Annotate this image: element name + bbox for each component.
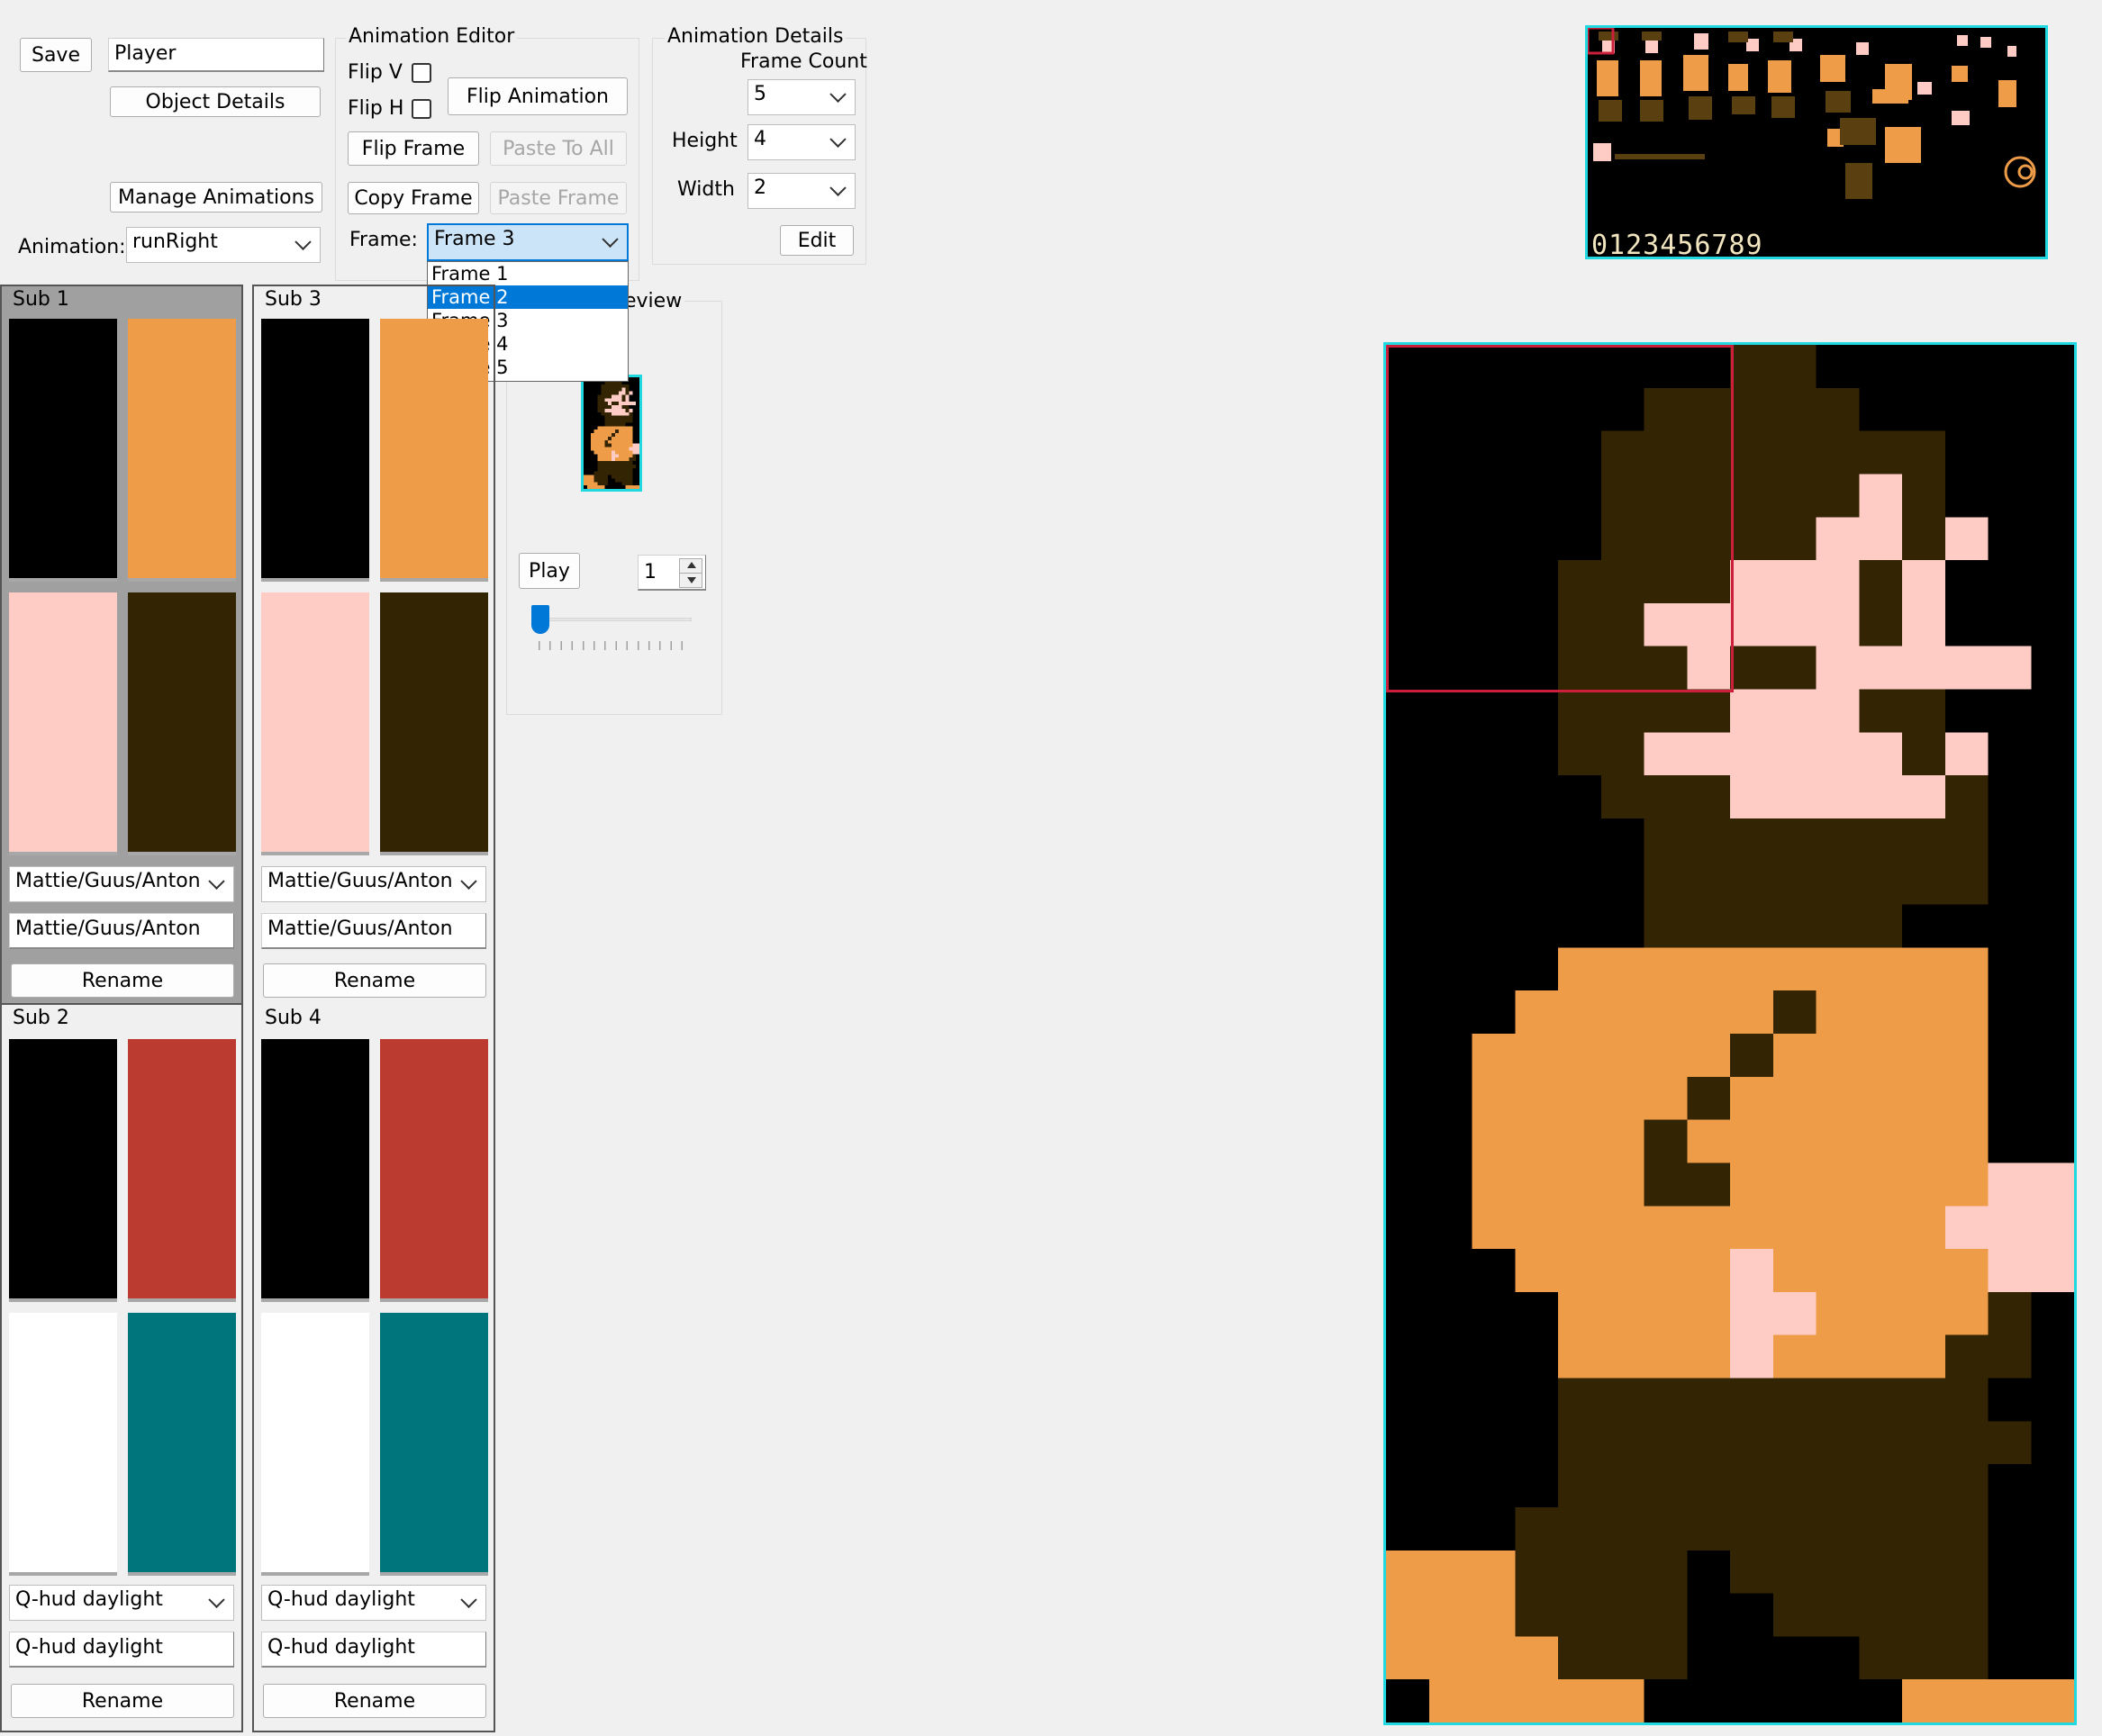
color-swatch[interactable] bbox=[380, 1039, 488, 1298]
palette-select-value: Q-hud daylight bbox=[15, 1588, 163, 1611]
speed-slider-track[interactable] bbox=[537, 618, 692, 621]
chevron-down-icon bbox=[602, 231, 619, 248]
rename-button[interactable]: Rename bbox=[11, 1684, 234, 1718]
animation-select-value: runRight bbox=[132, 231, 218, 253]
palette-select[interactable]: Q-hud daylight bbox=[261, 1585, 486, 1621]
height-value: 4 bbox=[754, 128, 766, 150]
chevron-down-icon bbox=[208, 1591, 225, 1608]
speed-slider-thumb[interactable] bbox=[531, 605, 549, 634]
tile-selection-box bbox=[1386, 345, 1734, 692]
palette-name-input[interactable]: Mattie/Guus/Anton bbox=[9, 913, 234, 949]
rename-button[interactable]: Rename bbox=[263, 963, 486, 998]
preview-sprite-canvas bbox=[584, 377, 639, 489]
color-swatch[interactable] bbox=[128, 592, 236, 852]
object-name-input[interactable]: Player bbox=[108, 38, 324, 72]
palette-select[interactable]: Q-hud daylight bbox=[9, 1585, 234, 1621]
tileset-digits: 0123456789 bbox=[1591, 230, 1763, 259]
sprite-editor-canvas[interactable] bbox=[1383, 342, 2077, 1725]
frame-select-value: Frame 3 bbox=[434, 228, 515, 250]
color-swatch[interactable] bbox=[9, 1039, 117, 1298]
flip-v-checkbox[interactable] bbox=[412, 63, 431, 83]
manage-animations-button[interactable]: Manage Animations bbox=[110, 182, 322, 212]
color-swatch[interactable] bbox=[261, 319, 369, 578]
width-select[interactable]: 2 bbox=[747, 173, 856, 209]
chevron-down-icon bbox=[208, 873, 225, 890]
color-swatch[interactable] bbox=[380, 319, 488, 578]
height-label: Height bbox=[672, 130, 738, 152]
color-swatch[interactable] bbox=[380, 592, 488, 852]
save-button[interactable]: Save bbox=[20, 38, 92, 72]
subpalette-title: Sub 3 bbox=[265, 288, 322, 311]
color-swatch[interactable] bbox=[261, 592, 369, 852]
chevron-down-icon bbox=[829, 86, 847, 103]
animation-editor-title: Animation Editor bbox=[346, 25, 518, 48]
frame-count-label: Frame Count bbox=[740, 50, 867, 73]
chevron-down-icon bbox=[460, 873, 477, 890]
animation-details-title: Animation Details bbox=[665, 25, 847, 48]
subpalette-panel-4[interactable]: Sub 4 Q-hud daylight Q-hud daylight Rena… bbox=[252, 1005, 495, 1732]
subpalette-panel-1[interactable]: Sub 1 Mattie/Guus/Anton Mattie/Guus/Anto… bbox=[0, 285, 243, 1005]
frame-option[interactable]: Frame 1 bbox=[428, 262, 628, 285]
paste-to-all-button[interactable]: Paste To All bbox=[490, 131, 627, 166]
palette-name-input[interactable]: Q-hud daylight bbox=[261, 1632, 486, 1668]
color-swatch[interactable] bbox=[128, 1313, 236, 1572]
palette-name-input[interactable]: Q-hud daylight bbox=[9, 1632, 234, 1668]
color-swatch[interactable] bbox=[380, 1313, 488, 1572]
color-swatch[interactable] bbox=[128, 319, 236, 578]
color-swatch[interactable] bbox=[9, 319, 117, 578]
frame-label: Frame: bbox=[349, 229, 418, 251]
flip-v-label: Flip V bbox=[348, 61, 403, 84]
subpalette-panel-2[interactable]: Sub 2 Q-hud daylight Q-hud daylight Rena… bbox=[0, 1005, 243, 1732]
color-swatch[interactable] bbox=[9, 592, 117, 852]
color-swatch[interactable] bbox=[128, 1039, 236, 1298]
arrow-down-icon bbox=[687, 577, 696, 583]
color-swatch[interactable] bbox=[261, 1039, 369, 1298]
width-value: 2 bbox=[754, 176, 766, 199]
subpalette-title: Sub 1 bbox=[13, 288, 69, 311]
height-select[interactable]: 4 bbox=[747, 124, 856, 160]
palette-select-value: Mattie/Guus/Anton bbox=[267, 870, 453, 892]
edit-details-button[interactable]: Edit bbox=[780, 225, 854, 256]
chevron-down-icon bbox=[829, 179, 847, 196]
width-label: Width bbox=[677, 178, 735, 201]
tileset-view[interactable]: 0123456789 bbox=[1585, 25, 2048, 259]
flip-h-checkbox[interactable] bbox=[412, 99, 431, 119]
subpalette-title: Sub 2 bbox=[13, 1007, 69, 1029]
preview-sprite bbox=[581, 375, 642, 492]
palette-select-value: Q-hud daylight bbox=[267, 1588, 415, 1611]
play-button[interactable]: Play bbox=[519, 553, 580, 589]
palette-name-input[interactable]: Mattie/Guus/Anton bbox=[261, 913, 486, 949]
speed-value: 1 bbox=[644, 561, 657, 583]
object-details-button[interactable]: Object Details bbox=[110, 86, 321, 117]
chevron-down-icon bbox=[294, 233, 312, 250]
frame-count-value: 5 bbox=[754, 83, 766, 105]
subpalette-panel-3[interactable]: Sub 3 Mattie/Guus/Anton Mattie/Guus/Anto… bbox=[252, 285, 495, 1005]
arrow-up-icon bbox=[687, 562, 696, 568]
chevron-down-icon bbox=[460, 1591, 477, 1608]
rename-button[interactable]: Rename bbox=[11, 963, 234, 998]
spin-down-button[interactable] bbox=[679, 573, 702, 588]
tileset-sprites bbox=[1588, 28, 2036, 199]
palette-select-value: Mattie/Guus/Anton bbox=[15, 870, 201, 892]
flip-animation-button[interactable]: Flip Animation bbox=[448, 77, 628, 115]
paste-frame-button[interactable]: Paste Frame bbox=[490, 182, 627, 214]
palette-select[interactable]: Mattie/Guus/Anton bbox=[261, 866, 486, 902]
spin-up-button[interactable] bbox=[679, 558, 702, 574]
frame-select[interactable]: Frame 3 bbox=[427, 223, 629, 261]
subpalette-title: Sub 4 bbox=[265, 1007, 322, 1029]
copy-frame-button[interactable]: Copy Frame bbox=[348, 182, 479, 214]
animation-label: Animation: bbox=[18, 236, 126, 258]
frame-count-select[interactable]: 5 bbox=[747, 79, 856, 115]
preview-title: eview bbox=[621, 290, 685, 312]
palette-select[interactable]: Mattie/Guus/Anton bbox=[9, 866, 234, 902]
flip-frame-button[interactable]: Flip Frame bbox=[348, 131, 479, 166]
rename-button[interactable]: Rename bbox=[263, 1684, 486, 1718]
color-swatch[interactable] bbox=[261, 1313, 369, 1572]
animation-select[interactable]: runRight bbox=[126, 227, 321, 263]
flip-h-label: Flip H bbox=[348, 97, 404, 120]
chevron-down-icon bbox=[829, 131, 847, 148]
slider-ticks bbox=[539, 641, 690, 650]
color-swatch[interactable] bbox=[9, 1313, 117, 1572]
